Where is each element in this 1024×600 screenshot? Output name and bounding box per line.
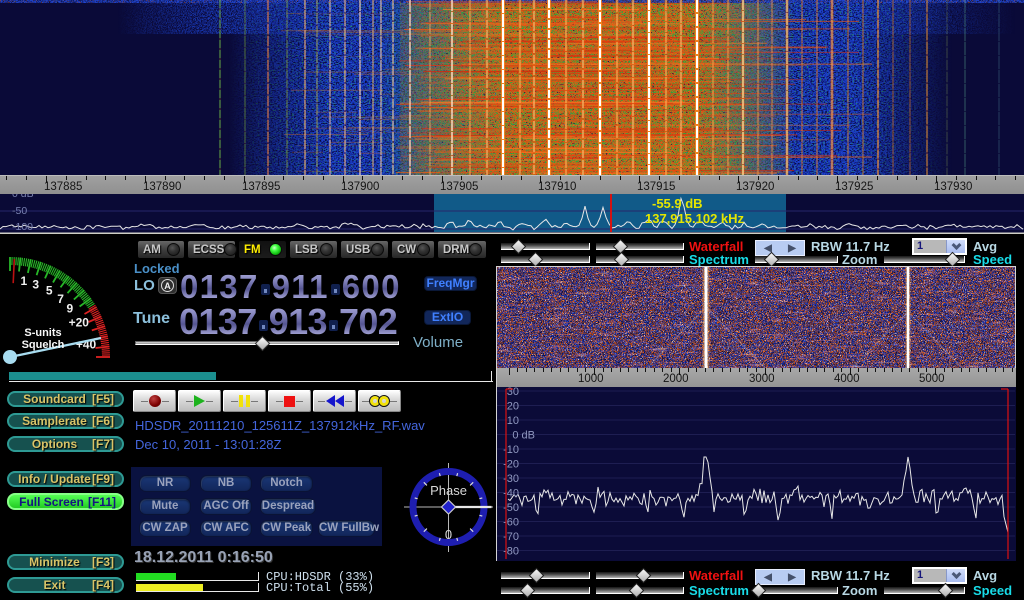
svg-text:20: 20 (507, 401, 519, 413)
svg-text:9: 9 (66, 302, 73, 316)
svg-text:0 dB: 0 dB (512, 430, 535, 442)
svg-text:3: 3 (32, 277, 39, 291)
svg-text:5: 5 (46, 284, 53, 298)
svg-text:-100: -100 (12, 221, 33, 233)
svg-text:-50: -50 (12, 205, 27, 217)
svg-text:137,915.102 kHz: 137,915.102 kHz (645, 211, 745, 226)
svg-text:1: 1 (20, 274, 27, 288)
svg-text:7: 7 (57, 292, 64, 306)
svg-text:S-units: S-units (24, 327, 61, 339)
svg-text:10: 10 (507, 415, 519, 427)
svg-text:Phase: Phase (430, 483, 467, 498)
svg-text:+20: +20 (69, 316, 90, 330)
svg-text:Squelch: Squelch (22, 339, 65, 351)
svg-text:-55.9 dB: -55.9 dB (652, 196, 703, 211)
svg-text:0: 0 (445, 527, 452, 542)
svg-text:0 dB: 0 dB (12, 194, 34, 200)
